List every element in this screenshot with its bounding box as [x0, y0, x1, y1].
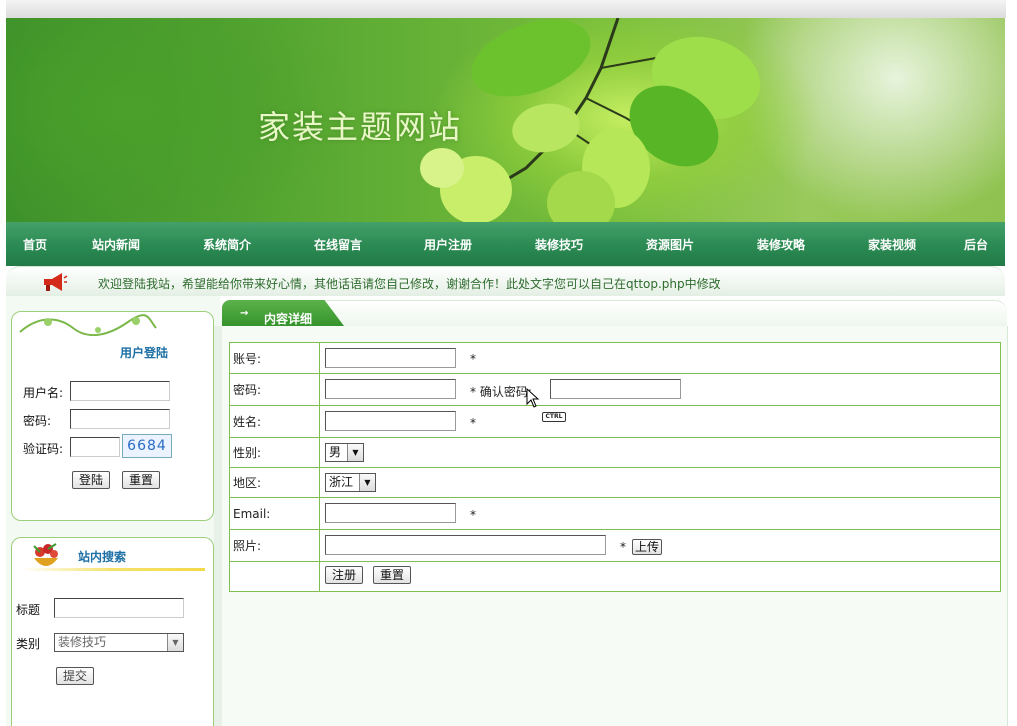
- actions-cell: 注册 重置: [319, 561, 1001, 592]
- confirm-password-label: * 确认密码:: [470, 385, 532, 399]
- register-button[interactable]: 注册: [325, 566, 363, 584]
- search-panel-title: 站内搜索: [78, 550, 127, 564]
- search-category-label: 类别: [16, 637, 41, 651]
- name-label: 姓名:: [229, 405, 320, 438]
- search-title-input[interactable]: [54, 598, 184, 618]
- upload-button[interactable]: 上传: [632, 539, 662, 555]
- search-panel: [11, 537, 214, 726]
- main-navbar: 首页 站内新闻 系统简介 在线留言 用户注册 装修技巧 资源图片 装修攻略 家装…: [6, 222, 1005, 266]
- gender-value: 男: [329, 445, 342, 459]
- captcha-label: 验证码:: [23, 442, 64, 456]
- account-input[interactable]: [325, 348, 456, 368]
- password-field-label: 密码:: [229, 373, 320, 406]
- username-input[interactable]: [70, 381, 170, 401]
- email-input[interactable]: [325, 503, 456, 523]
- required-mark: *: [470, 416, 476, 430]
- form-row-photo: 照片: * 上传: [229, 529, 1001, 562]
- required-mark: *: [470, 352, 476, 366]
- photo-label: 照片:: [229, 529, 320, 562]
- site-title: 家装主题网站: [258, 108, 463, 146]
- required-mark: *: [620, 540, 626, 554]
- nav-item-guides[interactable]: 装修攻略: [757, 236, 805, 253]
- region-select[interactable]: 浙江 ▼: [325, 473, 376, 492]
- vine-decoration-icon: [19, 314, 157, 336]
- form-row-region: 地区: 浙江 ▼: [229, 467, 1001, 498]
- announcement-text: 欢迎登陆我站，希望能给你带来好心情，其他话语请您自己修改，谢谢合作！此处文字您可…: [98, 277, 721, 291]
- region-cell: 浙江 ▼: [319, 467, 1001, 498]
- form-row-email: Email: *: [229, 497, 1001, 530]
- password-input[interactable]: [70, 409, 170, 429]
- login-panel-title: 用户登陆: [120, 346, 169, 360]
- email-cell: *: [319, 497, 1001, 530]
- leaf-branch-illustration: [420, 18, 761, 222]
- region-label: 地区:: [229, 467, 320, 498]
- photo-path-input[interactable]: [325, 535, 606, 555]
- chevron-down-icon: ▼: [167, 634, 183, 651]
- username-label: 用户名:: [23, 386, 64, 400]
- nav-item-images[interactable]: 资源图片: [646, 236, 694, 253]
- captcha-image[interactable]: 6684: [122, 434, 172, 458]
- gender-label: 性别:: [229, 437, 320, 468]
- megaphone-icon: [44, 273, 68, 291]
- form-row-account: 账号: *: [229, 342, 1001, 374]
- top-strip: [6, 0, 1006, 18]
- email-label: Email:: [229, 497, 320, 530]
- name-cell: *: [319, 405, 1001, 438]
- account-cell: *: [319, 342, 1001, 374]
- form-row-name: 姓名: *: [229, 405, 1001, 438]
- gender-select[interactable]: 男 ▼: [325, 443, 364, 462]
- captcha-input[interactable]: [70, 437, 120, 457]
- account-label: 账号:: [229, 342, 320, 374]
- register-reset-button[interactable]: 重置: [373, 566, 411, 584]
- header-banner: 家装主题网站: [6, 18, 1005, 222]
- announcement-bar: 欢迎登陆我站，希望能给你带来好心情，其他话语请您自己修改，谢谢合作！此处文字您可…: [6, 266, 1005, 296]
- registration-form: 账号: * 密码: * 确认密码: 姓名: * 性别: 男 ▼ 地区: 浙江 ▼…: [229, 342, 1001, 592]
- nav-item-videos[interactable]: 家装视频: [868, 236, 916, 253]
- form-row-password: 密码: * 确认密码:: [229, 373, 1001, 406]
- nav-item-news[interactable]: 站内新闻: [92, 236, 140, 253]
- gender-cell: 男 ▼: [319, 437, 1001, 468]
- region-value: 浙江: [329, 475, 354, 489]
- login-button[interactable]: 登陆: [72, 471, 110, 489]
- search-title-label: 标题: [16, 603, 41, 617]
- form-row-actions: 注册 重置: [229, 561, 1001, 592]
- nav-item-home[interactable]: 首页: [23, 236, 47, 253]
- photo-cell: * 上传: [319, 529, 1001, 562]
- search-submit-button[interactable]: 提交: [56, 667, 94, 685]
- gutter: [214, 326, 222, 726]
- arrow-right-icon: →: [240, 308, 249, 319]
- chevron-down-icon: ▼: [359, 474, 375, 491]
- password-cell: * 确认密码:: [319, 373, 1001, 406]
- ctrl-key-badge: CTRL: [542, 412, 566, 422]
- actions-label-cell: [229, 561, 320, 592]
- content-tab-label: 内容详细: [264, 312, 313, 326]
- search-title-underline: [20, 568, 205, 571]
- confirm-password-input[interactable]: [550, 379, 681, 399]
- nav-item-tips[interactable]: 装修技巧: [535, 236, 583, 253]
- search-category-value: 装修技巧: [58, 635, 107, 649]
- mouse-pointer-icon: [526, 388, 540, 408]
- password-label: 密码:: [23, 414, 52, 428]
- name-input[interactable]: [325, 411, 456, 431]
- nav-item-register[interactable]: 用户注册: [424, 236, 472, 253]
- nav-item-about[interactable]: 系统简介: [203, 236, 251, 253]
- nav-item-guestbook[interactable]: 在线留言: [314, 236, 362, 253]
- required-mark: *: [470, 508, 476, 522]
- form-row-gender: 性别: 男 ▼: [229, 437, 1001, 468]
- search-category-select[interactable]: 装修技巧 ▼: [54, 633, 184, 652]
- register-password-input[interactable]: [325, 379, 456, 399]
- chevron-down-icon: ▼: [347, 444, 363, 461]
- login-reset-button[interactable]: 重置: [122, 471, 160, 489]
- nav-item-admin[interactable]: 后台: [964, 236, 988, 253]
